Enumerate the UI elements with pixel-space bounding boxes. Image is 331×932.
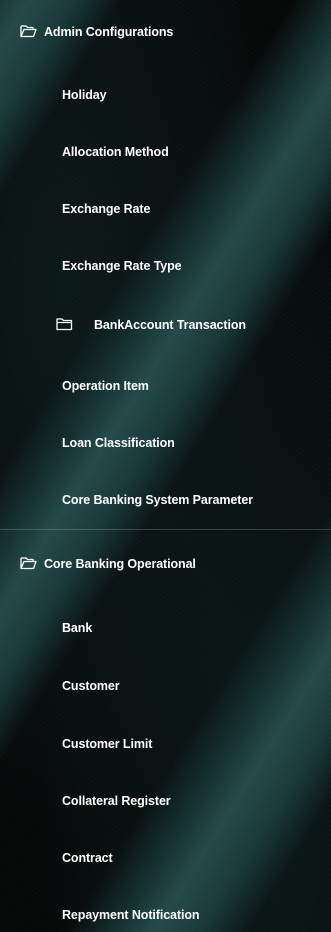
- menu-item-label: Exchange Rate Type: [62, 259, 182, 273]
- menu-item-label: Core Banking System Parameter: [62, 493, 253, 507]
- menu-item-label: Customer Limit: [62, 737, 153, 751]
- section-divider: [0, 529, 331, 530]
- menu-item-label: Repayment Notification: [62, 908, 200, 922]
- menu-item-label: Exchange Rate: [62, 202, 151, 216]
- group-label: Core Banking Operational: [44, 557, 196, 571]
- menu-item-label: Contract: [62, 851, 113, 865]
- menu-item-label: Loan Classification: [62, 436, 175, 450]
- sidebar-menu: Admin Configurations Holiday Allocation …: [0, 0, 331, 932]
- menu-item-label: Operation Item: [62, 379, 149, 393]
- folder-closed-icon: [56, 318, 73, 331]
- menu-item-label: Allocation Method: [62, 145, 169, 159]
- folder-open-icon: [20, 25, 37, 38]
- group-label: Admin Configurations: [44, 25, 174, 39]
- menu-item-label: Collateral Register: [62, 794, 171, 808]
- subfolder-label: BankAccount Transaction: [94, 318, 246, 332]
- folder-open-icon: [20, 557, 37, 570]
- menu-item-label: Customer: [62, 679, 120, 693]
- menu-item-label: Holiday: [62, 88, 107, 102]
- menu-item-label: Bank: [62, 621, 93, 635]
